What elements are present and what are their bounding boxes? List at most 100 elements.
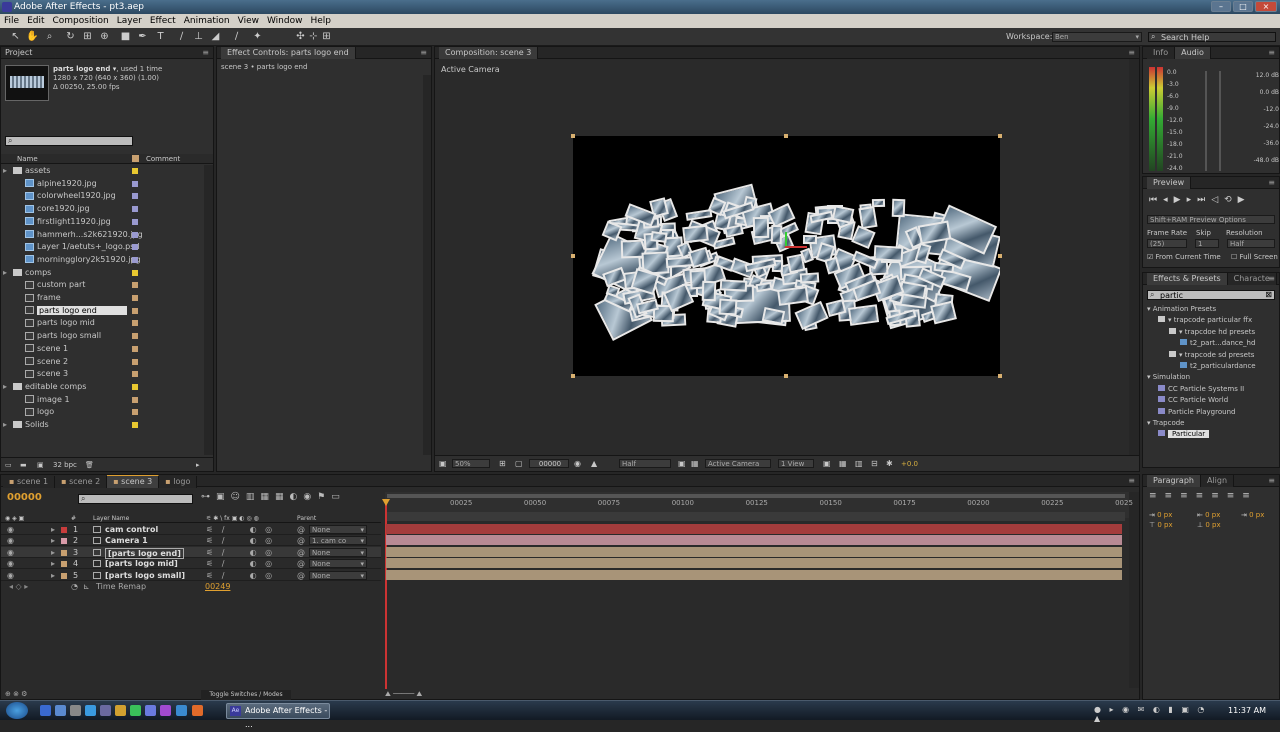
from-current-time-checkbox[interactable]: ☑ From Current Time (1147, 253, 1221, 261)
justify-all-icon[interactable]: ≡ (1242, 491, 1258, 501)
parent-dropdown[interactable]: None ▾ (309, 559, 367, 569)
switches-header-icon[interactable]: ⚟ ✱ \ fx ▣ ◐ ◎ ◍ (206, 514, 259, 523)
flowchart-icon[interactable]: ⊟ (871, 459, 878, 468)
effects-search-input[interactable]: ⌕ partic ⊠ (1147, 290, 1275, 300)
project-item[interactable]: hammerh...s2k621920.jpg (15, 229, 143, 241)
eye-icon[interactable]: ◉ (7, 524, 14, 535)
indent-right-field[interactable]: ⇤ 0 px (1197, 511, 1220, 519)
preview-resolution-dropdown[interactable]: Half (1227, 239, 1275, 248)
layer-name-header[interactable]: Layer Name (93, 514, 129, 523)
paragraph-tab[interactable]: Paragraph (1147, 475, 1201, 487)
align-right-icon[interactable]: ≡ (1180, 491, 1196, 501)
layer-switches[interactable]: ⚟ ∕ ◐ ◎ (206, 524, 275, 535)
align-left-icon[interactable]: ≡ (1149, 491, 1165, 501)
pickwhip-icon[interactable]: @ (297, 558, 305, 569)
layer-switches[interactable]: ⚟ ∕ ◐ ◎ (206, 558, 275, 569)
live-update-icon[interactable]: ⚑ (317, 492, 331, 502)
pickwhip-icon[interactable]: @ (297, 524, 305, 535)
project-search-input[interactable]: ⌕ (5, 136, 133, 146)
info-tab[interactable]: Info (1147, 47, 1176, 59)
axis-view-icon[interactable]: ⊞ (320, 30, 333, 43)
effects-tree-item[interactable]: t2_particulardance (1143, 361, 1279, 372)
camera-view-dropdown[interactable]: Active Camera (705, 459, 771, 468)
label-color-swatch[interactable] (132, 396, 138, 403)
zoom-dropdown[interactable]: 50% (452, 459, 490, 468)
effects-tree-item[interactable]: ▾ trapcode particular ffx (1143, 315, 1279, 326)
transparency-grid-icon[interactable]: ▦ (691, 459, 699, 468)
project-item[interactable]: morningglory2k51920.jpg (15, 254, 141, 266)
stopwatch-icon[interactable]: ◔ (71, 581, 78, 592)
timeline-timecode[interactable]: 00000 (7, 492, 42, 503)
effect-controls-tab[interactable]: Effect Controls: parts logo end ≡ (217, 47, 431, 59)
view-layout-dropdown[interactable]: 1 View (778, 459, 814, 468)
layer-row[interactable]: ◉ ▸ 4 [parts logo mid] ⚟ ∕ ◐ ◎ @ None ▾ (1, 558, 381, 570)
label-color-swatch[interactable] (132, 231, 138, 238)
full-screen-checkbox[interactable]: ☐ Full Screen (1231, 253, 1278, 261)
label-color-swatch[interactable] (132, 409, 138, 416)
layer-duration-bar[interactable] (386, 569, 1122, 580)
align-tab[interactable]: Align (1200, 475, 1235, 487)
project-item[interactable]: scene 2 (15, 356, 138, 368)
safe-zones-icon[interactable]: ⊞ (499, 459, 506, 468)
timeline-tab-logo[interactable]: ▪ logo (159, 476, 198, 488)
layer-row[interactable]: ◉ ▸ 2 Camera 1 ⚟ ∕ ◐ ◎ @1. cam co ▾ (1, 535, 381, 547)
project-item[interactable]: ▸ editable comps (3, 381, 138, 393)
parent-dropdown[interactable]: None ▾ (309, 547, 367, 557)
timeline-scrollbar[interactable] (1129, 492, 1139, 688)
effects-tree-item[interactable]: ▾ Animation Presets (1143, 304, 1279, 315)
label-color-swatch[interactable] (132, 345, 138, 352)
name-column-header[interactable]: Name (17, 154, 38, 164)
audio-slider-left[interactable] (1205, 71, 1207, 171)
label-color-swatch[interactable] (132, 244, 138, 251)
frame-rate-dropdown[interactable]: (25) (1147, 239, 1187, 248)
maximize-button[interactable]: □ (1233, 1, 1253, 12)
menu-window[interactable]: Window (263, 14, 307, 28)
keyframe-nav-icon[interactable]: ◂ ◇ ▸ (9, 581, 28, 592)
panel-menu-icon[interactable]: ≡ (1268, 47, 1275, 59)
project-item[interactable]: frame (15, 292, 138, 304)
layer-label-swatch[interactable] (61, 561, 67, 568)
start-button-icon[interactable] (6, 702, 28, 719)
timeline-search-input[interactable]: ⌕ (78, 494, 193, 504)
layer-label-swatch[interactable] (61, 538, 67, 545)
timeline-tab-scene-1[interactable]: ▪ scene 1 (3, 476, 56, 488)
axis-world-icon[interactable]: ⊹ (307, 30, 320, 43)
clone-tool-icon[interactable]: ⊥ (192, 30, 205, 43)
taskbar-after-effects-button[interactable]: Ae Adobe After Effects - ... (226, 703, 330, 729)
label-color-swatch[interactable] (132, 383, 138, 390)
taskbar-ie-icon[interactable] (40, 705, 51, 716)
first-frame-icon[interactable]: ⏮ (1149, 195, 1163, 205)
eye-icon[interactable]: ◉ (7, 570, 14, 581)
expand-triangle-icon[interactable]: ▸ (3, 381, 13, 393)
workspace-dropdown[interactable]: Ben ▾ (1052, 32, 1142, 42)
eye-icon[interactable]: ◉ (7, 558, 14, 569)
motion-blur-icon[interactable]: ▦ (260, 492, 275, 502)
expand-triangle-icon[interactable]: ▸ (3, 267, 13, 279)
zoom-tool-icon[interactable]: ⌕ (43, 30, 56, 43)
effects-tree-item[interactable]: t2_part...dance_hd (1143, 338, 1279, 349)
snapshot-icon[interactable]: ◉ (574, 459, 581, 468)
justify-center-icon[interactable]: ≡ (1211, 491, 1227, 501)
taskbar-app-icon[interactable] (160, 705, 171, 716)
indent-left-field[interactable]: ⇥ 0 px (1149, 511, 1172, 519)
taskbar-app-icon[interactable] (176, 705, 187, 716)
layer-handle[interactable] (571, 254, 575, 258)
project-item[interactable]: parts logo end (15, 305, 138, 317)
taskbar-app-icon[interactable] (85, 705, 96, 716)
pickwhip-icon[interactable]: @ (297, 535, 305, 546)
project-scrollbar[interactable] (204, 165, 213, 455)
project-item[interactable]: alpine1920.jpg (15, 178, 138, 190)
layer-name[interactable]: [parts logo mid] (105, 558, 178, 569)
taskbar-firefox-icon[interactable] (192, 705, 203, 716)
mute-icon[interactable]: ◁ (1211, 195, 1224, 205)
system-tray-icons[interactable]: ● ▸ ◉ ✉ ◐ ▮ ▣ ◔ ▲ (1094, 705, 1214, 723)
menu-help[interactable]: Help (306, 14, 335, 28)
puppet-tool-icon[interactable]: ✦ (251, 30, 264, 43)
expand-triangle-icon[interactable]: ▸ (51, 524, 55, 535)
effects-tree-item[interactable]: ▾ Trapcode (1143, 418, 1279, 429)
ram-preview-icon[interactable]: ▶ (1238, 195, 1251, 205)
layer-switches[interactable]: ⚟ ∕ ◐ ◎ (206, 535, 275, 546)
label-color-swatch[interactable] (132, 168, 138, 174)
label-header-icon[interactable]: # (71, 514, 76, 523)
layer-name[interactable]: [parts logo small] (105, 570, 185, 581)
